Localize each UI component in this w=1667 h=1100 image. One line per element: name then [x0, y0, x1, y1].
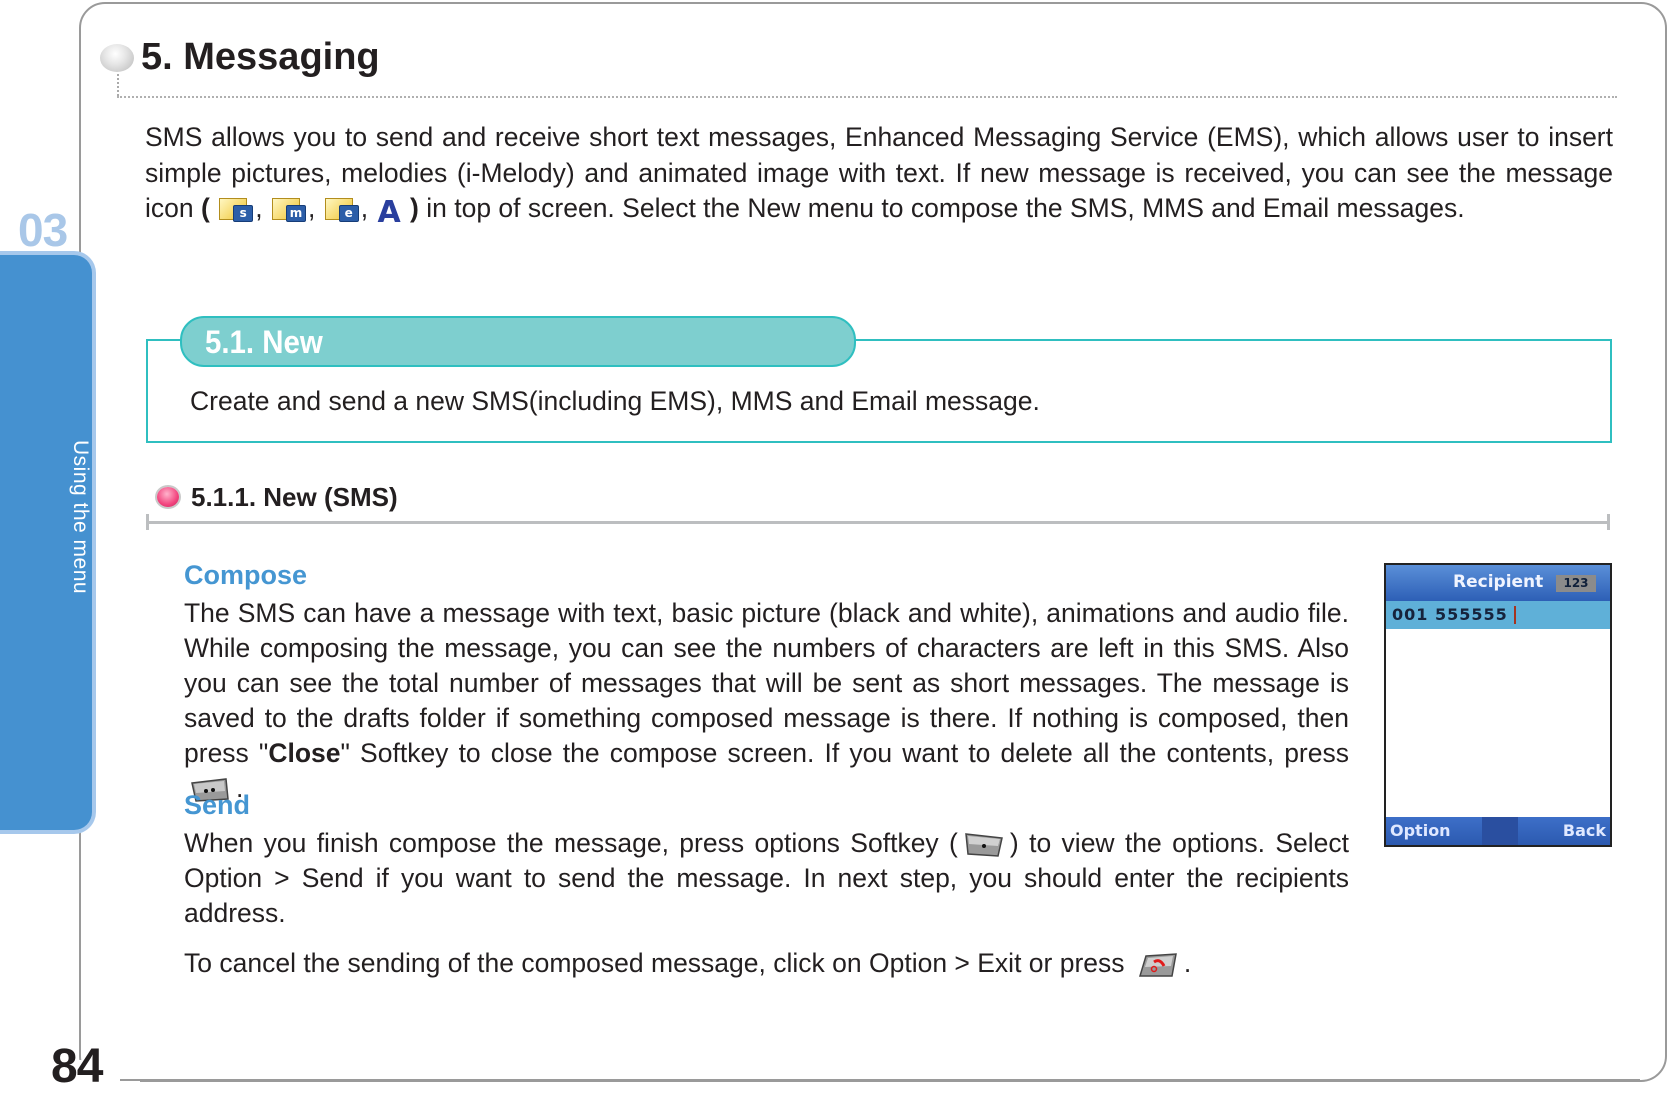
subsubsection-bullet-icon [157, 487, 179, 507]
phone-screenshot: Recipient 123 001 555555 Option Back [1384, 563, 1612, 847]
section-title: 5. Messaging [141, 36, 380, 78]
section-intro: SMS allows you to send and receive short… [145, 120, 1613, 230]
softkey-center [1482, 817, 1518, 845]
close-softkey-label: Close [268, 738, 341, 768]
send-text: When you finish compose the message, pre… [184, 828, 958, 858]
period: . [1183, 948, 1192, 978]
paren-close: ) [410, 193, 419, 223]
recipient-input[interactable]: 001 555555 [1386, 601, 1610, 629]
chapter-number: 03 [18, 204, 68, 256]
cancel-body: To cancel the sending of the composed me… [184, 946, 1349, 981]
back-softkey[interactable]: Back [1563, 821, 1606, 840]
compose-heading: Compose [184, 560, 308, 590]
mms-message-icon: m [271, 198, 306, 222]
page-number: 84 [51, 1040, 103, 1093]
left-softkey-icon [965, 833, 1003, 857]
send-heading: Send [184, 790, 251, 820]
paren-open: ( [201, 193, 210, 223]
compose-text-end: " Softkey to close the compose screen. I… [340, 738, 1349, 768]
option-softkey[interactable]: Option [1390, 821, 1451, 840]
title-dotted-divider [117, 96, 1617, 98]
input-mode-badge: 123 [1556, 575, 1596, 592]
footer-divider [120, 1079, 1640, 1081]
softkey-bar: Option Back [1386, 817, 1610, 845]
ems-message-icon: A [377, 195, 401, 230]
end-key-icon [1138, 953, 1177, 977]
compose-body: The SMS can have a message with text, ba… [184, 596, 1349, 806]
subsubsection-title: 5.1.1. New (SMS) [191, 482, 398, 512]
separator: , [360, 193, 369, 223]
intro-text-end: in top of screen. Select the New menu to… [418, 193, 1465, 223]
divider-tick-left [146, 514, 149, 530]
subsubsection-divider [146, 521, 1610, 524]
bullet-stem [117, 74, 121, 96]
chapter-label: Using the menu [69, 440, 92, 595]
text-caret [1514, 606, 1516, 624]
subsection-description: Create and send a new SMS(including EMS)… [190, 386, 1040, 416]
separator: , [307, 193, 316, 223]
cancel-text: To cancel the sending of the composed me… [184, 948, 1125, 978]
sms-message-icon: s [219, 198, 254, 222]
email-message-icon: e [324, 198, 359, 222]
recipient-value: 001 555555 [1392, 605, 1508, 624]
section-bullet-icon [100, 44, 134, 72]
send-body: When you finish compose the message, pre… [184, 826, 1349, 931]
phone-title: Recipient [1453, 572, 1544, 592]
phone-title-bar: Recipient 123 [1386, 565, 1610, 601]
divider-tick-right [1607, 514, 1610, 530]
separator: , [255, 193, 263, 223]
subsection-title: 5.1. New [205, 324, 323, 360]
